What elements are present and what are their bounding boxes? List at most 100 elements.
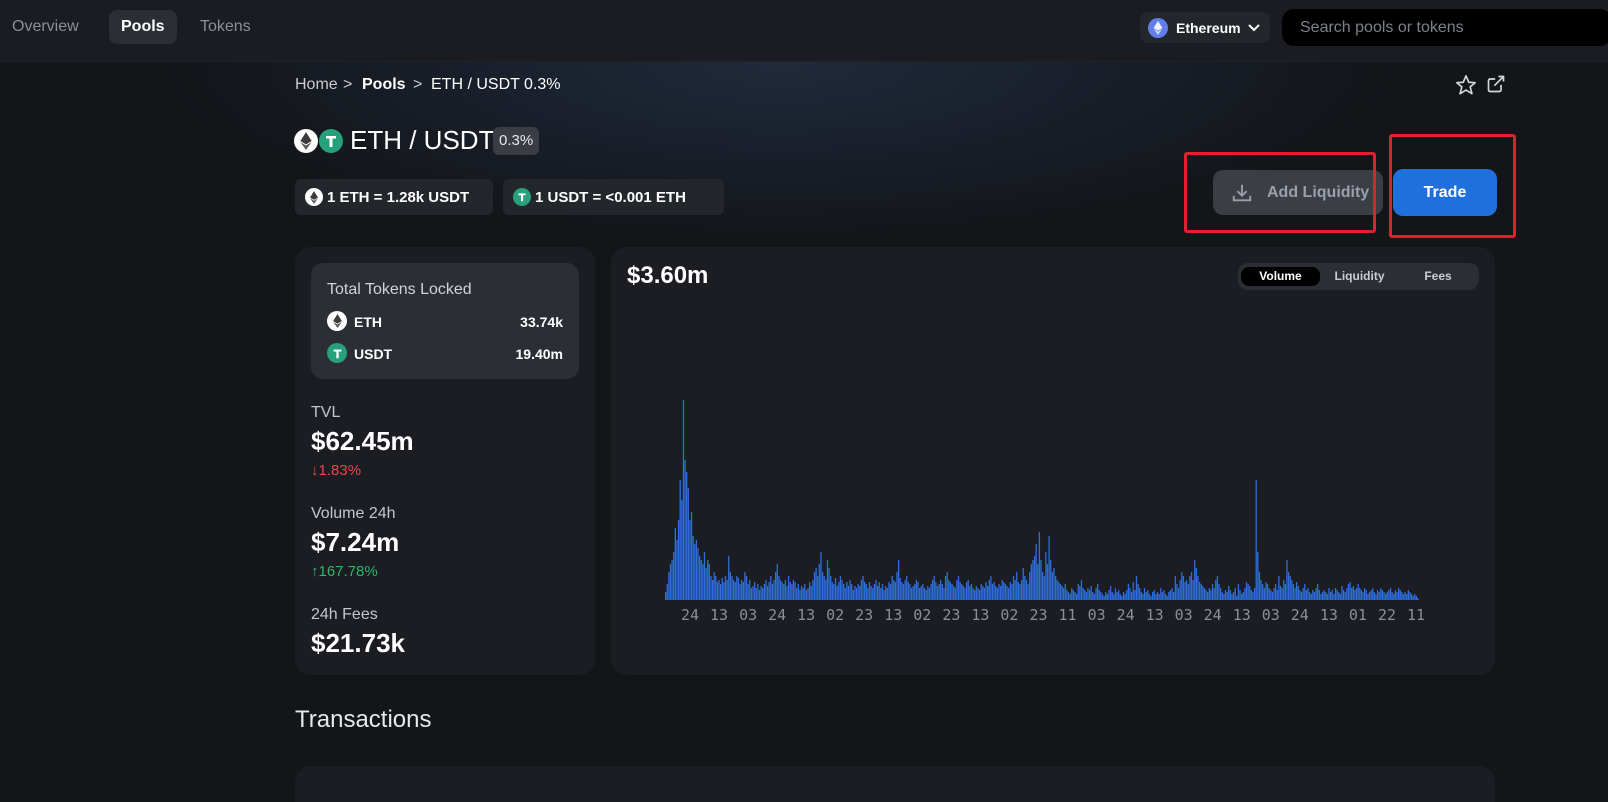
chart-bar [906, 576, 908, 600]
chart-bar [831, 582, 833, 600]
trade-button[interactable]: Trade [1393, 169, 1497, 216]
chart-bar [1239, 590, 1241, 600]
star-icon[interactable] [1455, 74, 1477, 96]
chart-bar [909, 584, 911, 600]
chart-bar [1166, 596, 1168, 600]
chart-bar [980, 584, 982, 600]
volume-chart[interactable]: 24 13 03 24 13 02 23 13 02 23 13 02 23 11 03 24 13 03 24 13… [611, 247, 1495, 675]
chart-bar [1391, 592, 1393, 600]
price-usdt-label: 1 USDT = <0.001 ETH [535, 188, 686, 206]
chart-bar [755, 588, 757, 600]
chart-bar [959, 582, 961, 600]
chart-bar [1203, 588, 1206, 600]
chart-bar [1245, 582, 1248, 600]
chart-bar [708, 564, 710, 600]
chart-bar [852, 590, 854, 600]
chart-bar [974, 590, 976, 600]
toggle-fees[interactable]: Fees [1399, 267, 1477, 286]
toggle-volume[interactable]: Volume [1241, 267, 1320, 286]
chart-bar [1315, 588, 1317, 600]
chart-bar [1219, 588, 1222, 600]
chart-bar [703, 552, 706, 600]
chart-bar [1300, 592, 1303, 600]
toggle-liquidity[interactable]: Liquidity [1320, 267, 1399, 286]
search-input[interactable]: Search pools or tokens [1282, 9, 1608, 46]
nav-tokens[interactable]: Tokens [188, 10, 263, 44]
nav-overview[interactable]: Overview [0, 10, 91, 44]
chart-bar [812, 580, 814, 600]
price-eth-chip[interactable]: 1 ETH = 1.28k USDT [295, 179, 493, 215]
chart-bar [846, 582, 848, 600]
chart-bar [1325, 592, 1327, 600]
chart-bar [786, 586, 788, 600]
chart-bar [728, 556, 730, 600]
chart-bar [1088, 590, 1091, 600]
chart-bar [669, 564, 672, 600]
x-tick-label: 24 [1291, 606, 1309, 624]
chart-bar [867, 588, 869, 600]
chart-bar [1376, 590, 1379, 600]
chart-bar [1048, 536, 1050, 600]
chart-bar [705, 568, 707, 600]
chart-bar [1119, 594, 1121, 600]
chart-bar [1118, 590, 1120, 600]
nav-pools[interactable]: Pools [109, 10, 177, 44]
x-tick-label: 13 [710, 606, 728, 624]
x-tick-label: 23 [1029, 606, 1047, 624]
chart-bar [1223, 594, 1225, 600]
chart-bar [1242, 592, 1244, 600]
chart-bar [1229, 590, 1231, 600]
chart-bar [1372, 588, 1374, 600]
chart-bar [1402, 594, 1405, 600]
top-navigation: Overview Pools Tokens Ethereum Search po… [0, 0, 1608, 62]
chart-bar [951, 584, 953, 600]
chart-bar [1308, 592, 1311, 600]
chart-bar [873, 584, 876, 600]
chart-bar [972, 588, 974, 600]
chart-bar [1050, 560, 1052, 600]
price-usdt-chip[interactable]: 1 USDT = <0.001 ETH [503, 179, 724, 215]
network-selector[interactable]: Ethereum [1140, 12, 1270, 43]
chart-bar [1297, 586, 1299, 600]
external-link-icon[interactable] [1486, 74, 1508, 96]
chart-bar [1383, 592, 1385, 600]
breadcrumb-home[interactable]: Home [295, 74, 338, 96]
chart-bar [1179, 580, 1181, 600]
chart-bar [1339, 594, 1342, 600]
chart-bar [985, 582, 987, 600]
chart-bar [752, 586, 754, 600]
chart-bar [804, 584, 806, 600]
chart-bar [1359, 588, 1361, 600]
chart-bar [859, 586, 861, 600]
chart-bar [1237, 584, 1240, 600]
usdt-token-icon [319, 129, 343, 153]
chart-bar [773, 580, 775, 600]
chart-bar [1161, 592, 1164, 600]
chart-bar [1132, 582, 1134, 600]
chart-bar [1328, 588, 1330, 600]
chart-bar [1032, 560, 1034, 600]
chart-bar [901, 582, 903, 600]
chart-bar [781, 582, 783, 600]
chart-bar [1213, 588, 1215, 600]
chart-bar [1054, 576, 1057, 600]
chart-bar [802, 588, 804, 600]
chart-bar [1061, 586, 1063, 600]
chart-bar [799, 590, 801, 600]
add-liquidity-button[interactable]: Add Liquidity [1213, 170, 1383, 215]
chart-bar [1174, 576, 1176, 600]
tvl-label: TVL [311, 404, 341, 421]
chart-bar [1171, 588, 1173, 600]
chevron-down-icon [1247, 23, 1260, 32]
chart-bar [999, 586, 1002, 600]
chart-bar [753, 582, 756, 600]
chart-bar [707, 560, 709, 600]
chart-bar [1027, 584, 1029, 600]
breadcrumb-pools[interactable]: Pools [362, 74, 406, 96]
chart-bar [885, 586, 887, 600]
chart-bar [1145, 592, 1147, 600]
chart-bar [1187, 584, 1189, 600]
chart-bar [1014, 580, 1016, 600]
chart-bar [1169, 590, 1172, 600]
chart-bar [671, 560, 673, 600]
